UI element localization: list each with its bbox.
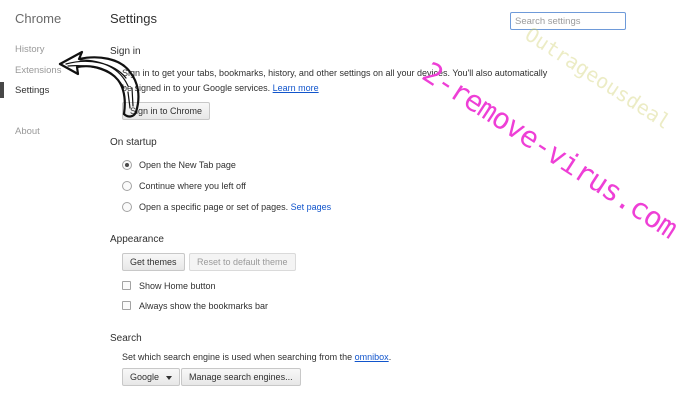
page-title: Settings: [110, 11, 157, 26]
get-themes-button[interactable]: Get themes: [122, 253, 185, 271]
omnibox-link[interactable]: omnibox: [355, 352, 389, 362]
startup-option-continue-label: Continue where you left off: [139, 181, 246, 191]
show-home-button-checkbox[interactable]: [122, 281, 131, 290]
sidebar-item-about[interactable]: About: [15, 126, 40, 137]
reset-theme-button[interactable]: Reset to default theme: [189, 253, 296, 271]
on-startup-section-title: On startup: [110, 137, 157, 148]
watermark-text: 2-remove-virus.com: [416, 55, 684, 245]
startup-option-specific-pages: Open a specific page or set of pages. Se…: [139, 202, 331, 212]
show-bookmarks-bar-checkbox[interactable]: [122, 301, 131, 310]
manage-search-engines-button[interactable]: Manage search engines...: [181, 368, 301, 386]
show-home-button-label: Show Home button: [139, 281, 216, 291]
startup-radio-specific-pages[interactable]: [122, 202, 132, 212]
sign-in-description-line2: be signed in to your Google services. Le…: [122, 83, 319, 93]
search-settings-input[interactable]: [510, 12, 626, 30]
search-engine-select[interactable]: Google: [122, 368, 181, 386]
learn-more-link[interactable]: Learn more: [273, 83, 319, 93]
startup-option-new-tab-label: Open the New Tab page: [139, 160, 236, 170]
search-section-title: Search: [110, 333, 142, 344]
sign-in-description-line1: Sign in to get your tabs, bookmarks, his…: [122, 68, 548, 78]
sidebar-item-settings[interactable]: Settings: [15, 85, 49, 96]
watermark: Outrageousdeal 2-remove-virus.com: [410, 0, 700, 394]
search-description-period: .: [388, 352, 392, 362]
search-description-text: Set which search engine is used when sea…: [122, 352, 353, 362]
arrow-annotation-icon: [58, 50, 140, 118]
chevron-down-icon: [166, 375, 173, 380]
appearance-section-title: Appearance: [110, 234, 164, 245]
sidebar-title: Chrome: [15, 11, 62, 26]
search-description: Set which search engine is used when sea…: [122, 352, 391, 362]
set-pages-link[interactable]: Set pages: [291, 202, 332, 212]
sidebar-item-history[interactable]: History: [15, 44, 45, 55]
startup-option-specific-pages-label: Open a specific page or set of pages.: [139, 202, 289, 212]
watermark-faint-text: Outrageousdeal: [520, 22, 676, 134]
startup-radio-new-tab[interactable]: [122, 160, 132, 170]
search-engine-selected: Google: [130, 372, 160, 382]
startup-radio-continue[interactable]: [122, 181, 132, 191]
sidebar-selected-indicator: [0, 82, 4, 98]
show-bookmarks-bar-label: Always show the bookmarks bar: [139, 301, 269, 311]
sidebar-item-extensions[interactable]: Extensions: [15, 65, 61, 76]
